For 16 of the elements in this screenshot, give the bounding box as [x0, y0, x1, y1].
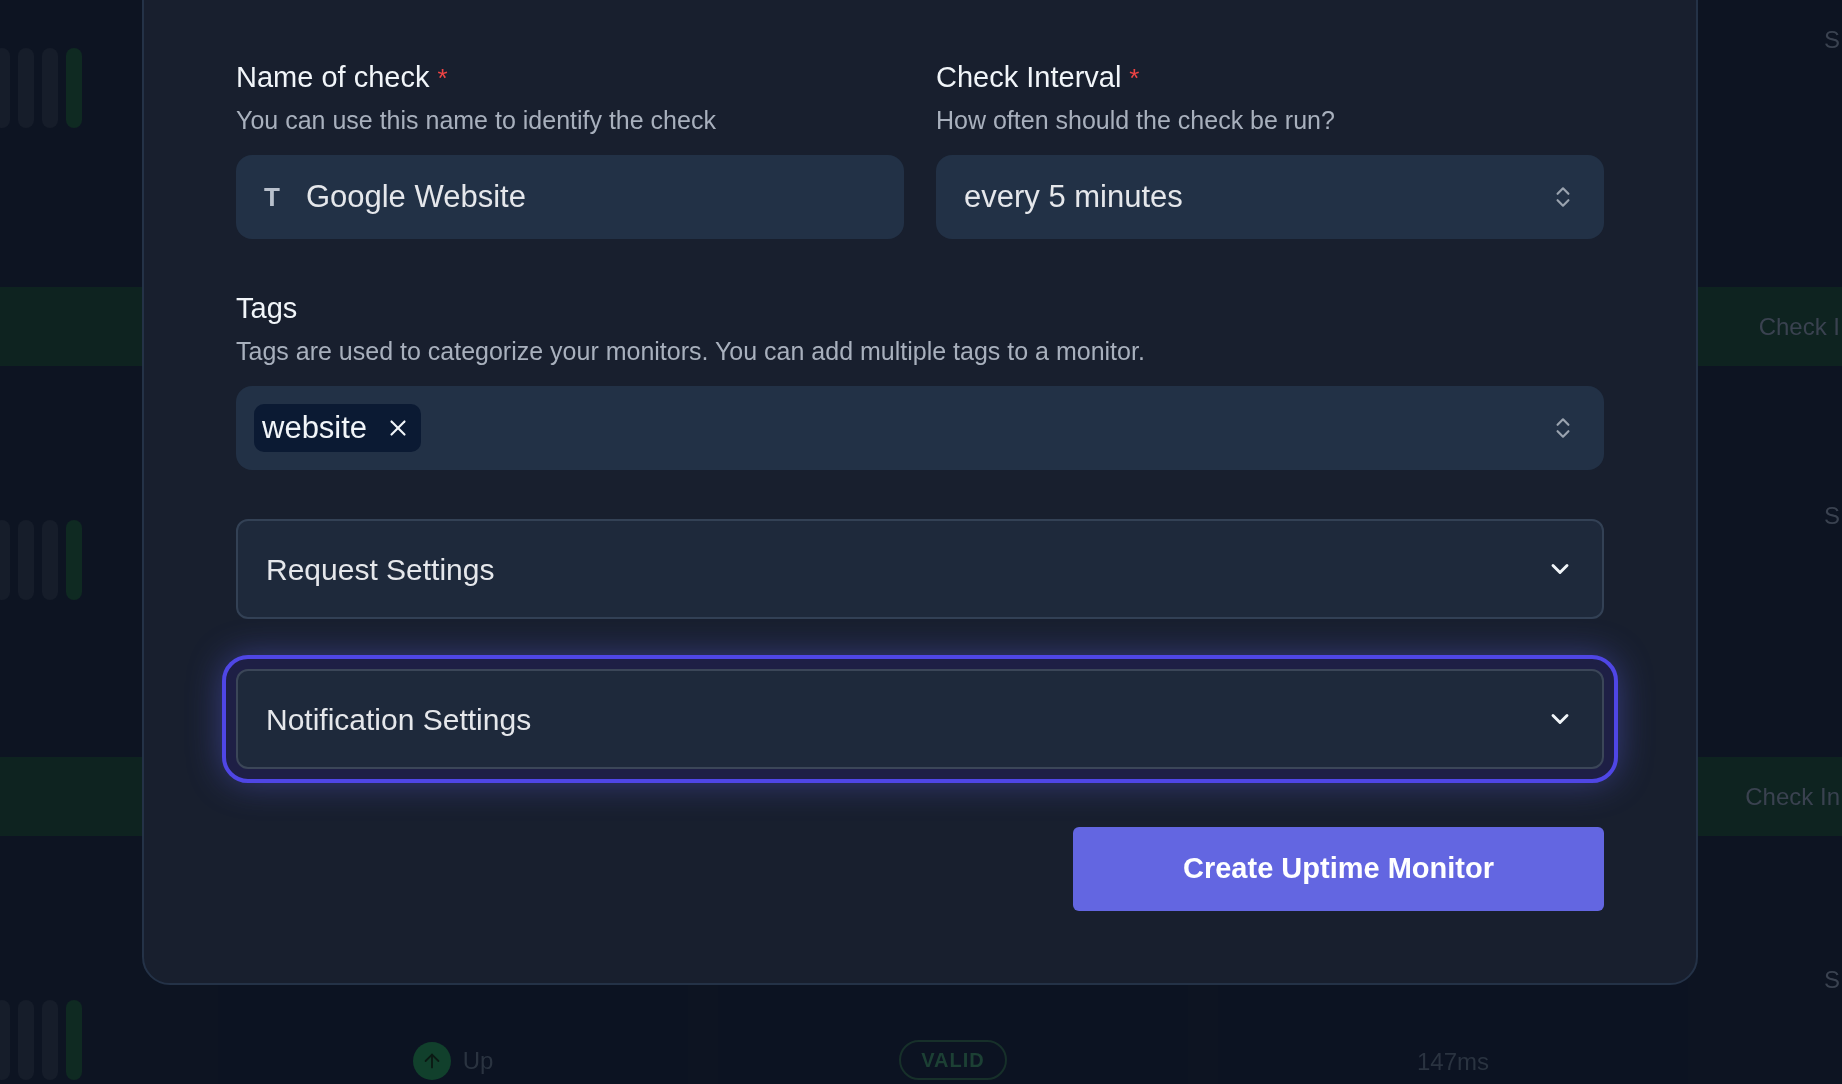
field-hint: How often should the check be run? — [936, 104, 1336, 136]
create-button[interactable]: Create Uptime Monitor — [1073, 827, 1604, 911]
field-hint: Tags are used to categorize your monitors. You can add multiple tags to a monitor. — [236, 335, 1146, 367]
field-label: Tags — [236, 291, 299, 326]
tag-chip: website — [254, 404, 422, 452]
accordion-header[interactable]: Request Settings — [236, 519, 1604, 619]
text-type-icon: T — [264, 177, 280, 217]
name-input[interactable]: T Google Website — [236, 155, 904, 239]
status-up-icon — [412, 1042, 451, 1080]
field-label: Name of check — [236, 60, 430, 95]
field-label: Check Interval — [936, 60, 1122, 95]
interval-select[interactable]: every 5 minutes — [936, 155, 1604, 239]
required-mark: * — [1129, 62, 1140, 95]
tags-select[interactable]: website — [236, 386, 1604, 470]
required-mark: * — [437, 62, 448, 95]
field-hint: You can use this name to identify the check — [236, 104, 717, 136]
